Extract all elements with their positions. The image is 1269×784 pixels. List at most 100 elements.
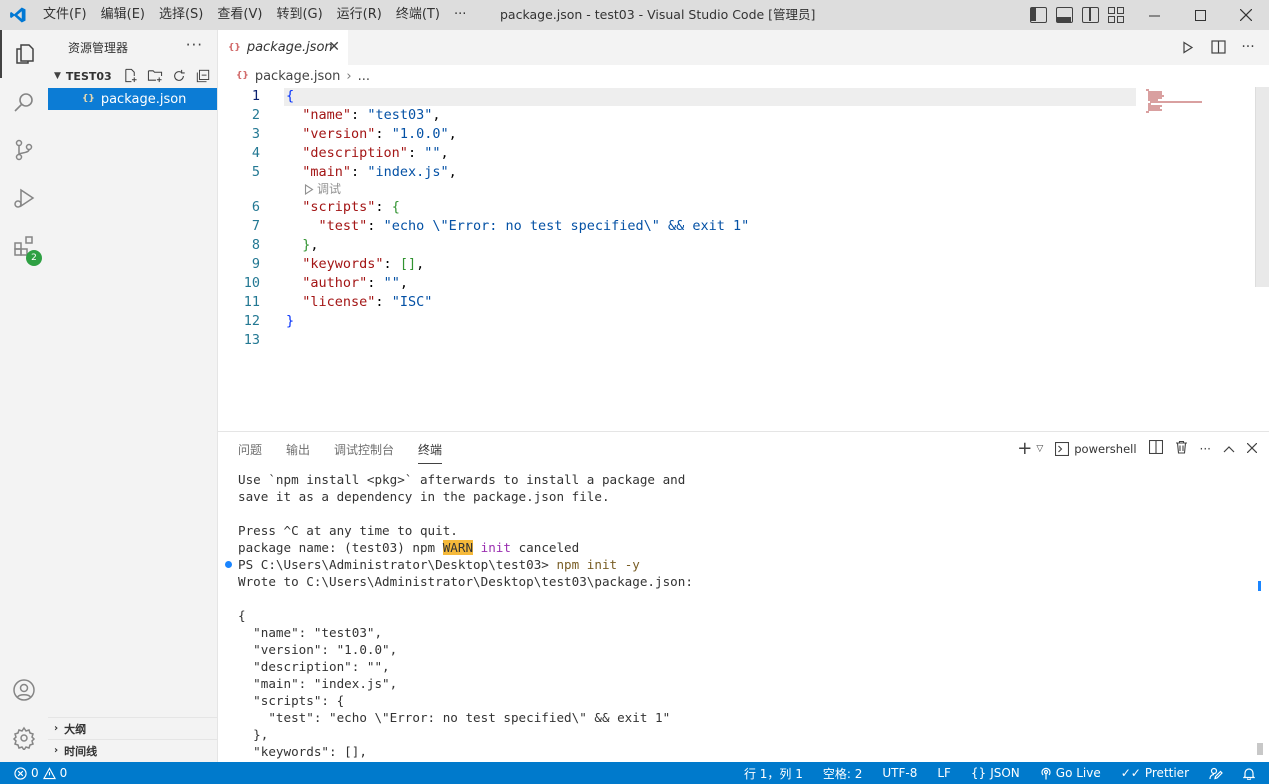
close-panel-icon[interactable]	[1246, 442, 1258, 456]
menu-more[interactable]: ···	[447, 0, 473, 30]
breadcrumb-more[interactable]: ...	[358, 69, 370, 84]
warning-icon	[42, 766, 56, 779]
folder-name: TEST03	[65, 69, 112, 83]
terminal-scrollbar[interactable]	[1257, 743, 1263, 755]
new-terminal-icon[interactable]: +	[1017, 439, 1032, 457]
menu-go[interactable]: 转到(G)	[269, 0, 329, 30]
tab-problems[interactable]: 问题	[238, 440, 262, 464]
split-editor-icon[interactable]	[1209, 38, 1227, 56]
bottom-panel: 问题 输出 调试控制台 终端 + ▽ powershell ··· Use `n…	[218, 431, 1269, 762]
terminal-line: "description": "",	[238, 659, 390, 674]
toggle-secondary-sidebar-icon[interactable]	[1082, 7, 1099, 23]
json-file-icon: {}	[236, 71, 249, 81]
terminal-line: "test": "echo \"Error: no test specified…	[238, 710, 671, 725]
go-live-button[interactable]: Go Live	[1040, 766, 1101, 780]
chevron-down-icon[interactable]: ▽	[1036, 444, 1043, 454]
layout-controls	[1030, 7, 1125, 23]
search-icon[interactable]	[0, 78, 48, 126]
terminal-name: powershell	[1074, 441, 1137, 456]
collapse-all-icon[interactable]	[194, 67, 211, 84]
trash-icon[interactable]	[1175, 440, 1188, 457]
maximize-panel-icon[interactable]	[1223, 442, 1235, 456]
more-actions-icon[interactable]: ···	[1200, 442, 1211, 456]
extensions-icon[interactable]: 2	[0, 222, 48, 270]
minimize-icon[interactable]	[1131, 0, 1177, 30]
end-of-line[interactable]: LF	[937, 766, 951, 780]
terminal-line: save it as a dependency in the package.j…	[238, 489, 610, 504]
warn-badge: WARN	[442, 540, 474, 555]
cursor-position[interactable]: 行 1，列 1	[744, 765, 803, 782]
maximize-icon[interactable]	[1177, 0, 1223, 30]
customize-layout-icon[interactable]	[1108, 7, 1125, 23]
new-folder-icon[interactable]	[146, 67, 163, 84]
account-icon[interactable]	[0, 666, 48, 714]
terminal-line: "keywords": [],	[238, 744, 367, 759]
json-file-icon: {}	[228, 42, 241, 53]
tab-terminal[interactable]: 终端	[418, 440, 443, 464]
menu-edit[interactable]: 编辑(E)	[94, 0, 152, 30]
breadcrumb: {} package.json › ...	[218, 65, 1269, 87]
terminal-output[interactable]: Use `npm install <pkg>` afterwards to in…	[225, 471, 693, 760]
tab-output[interactable]: 输出	[286, 440, 310, 464]
refresh-icon[interactable]	[170, 67, 187, 84]
terminal-scroll-marker	[1258, 581, 1261, 591]
broadcast-icon	[1041, 767, 1051, 779]
settings-gear-icon[interactable]	[0, 714, 48, 762]
error-count: 0	[31, 766, 39, 780]
new-file-icon[interactable]	[122, 67, 139, 84]
menu-selection[interactable]: 选择(S)	[152, 0, 210, 30]
terminal-line: "main": "index.js",	[238, 676, 398, 691]
menu-terminal[interactable]: 终端(T)	[389, 0, 447, 30]
feedback-icon[interactable]	[1209, 767, 1223, 780]
double-check-icon: ✓✓	[1120, 766, 1141, 780]
close-window-icon[interactable]	[1223, 0, 1269, 30]
close-tab-icon[interactable]: ✕	[328, 39, 340, 55]
outline-section[interactable]: › 大纲	[48, 717, 217, 739]
terminal-selector[interactable]: powershell	[1055, 441, 1137, 456]
folder-header[interactable]: ▼ TEST03	[48, 65, 217, 87]
terminal-line: "version": "1.0.0",	[238, 642, 398, 657]
prettier-status[interactable]: ✓✓ Prettier	[1121, 766, 1189, 780]
menu-file[interactable]: 文件(F)	[35, 0, 94, 30]
encoding[interactable]: UTF-8	[882, 766, 917, 780]
tab-label: package.json	[246, 40, 333, 55]
editor-scrollbar[interactable]	[1255, 87, 1269, 287]
menu-view[interactable]: 查看(V)	[210, 0, 269, 30]
chevron-right-icon: ›	[346, 68, 352, 84]
tab-debug-console[interactable]: 调试控制台	[334, 440, 394, 464]
more-actions-icon[interactable]: ···	[1239, 38, 1257, 56]
explorer-more-actions[interactable]: ···	[186, 36, 203, 54]
toggle-panel-icon[interactable]	[1056, 7, 1073, 23]
run-icon[interactable]	[1179, 38, 1197, 56]
file-item-package-json[interactable]: {} package.json	[48, 88, 217, 110]
menu-run[interactable]: 运行(R)	[330, 0, 389, 30]
explorer-icon[interactable]	[0, 30, 48, 78]
terminal-line: package name: (test03) npm WARN init can…	[238, 540, 580, 555]
extensions-badge: 2	[26, 250, 42, 266]
code-editor[interactable]: 1{ 2 "name": "test03", 3 "version": "1.0…	[218, 87, 1269, 431]
window-controls	[1131, 0, 1269, 30]
problems-status[interactable]: 0 0	[14, 762, 67, 784]
tab-package-json[interactable]: {} package.json ✕	[218, 30, 348, 65]
debug-codelens[interactable]: 调试	[304, 181, 341, 197]
split-terminal-icon[interactable]	[1148, 439, 1163, 457]
language-mode[interactable]: {} JSON	[971, 766, 1020, 780]
command-decoration-icon[interactable]	[225, 561, 232, 568]
vscode-logo-icon	[0, 0, 35, 30]
explorer-header: 资源管理器 ···	[48, 30, 217, 65]
terminal-line: "name": "test03",	[238, 625, 383, 640]
run-debug-icon[interactable]	[0, 174, 48, 222]
minimap[interactable]	[1146, 87, 1216, 117]
toggle-primary-sidebar-icon[interactable]	[1030, 7, 1047, 23]
indentation[interactable]: 空格: 2	[823, 765, 863, 782]
title-bar: 文件(F) 编辑(E) 选择(S) 查看(V) 转到(G) 运行(R) 终端(T…	[0, 0, 1269, 30]
notifications-bell-icon[interactable]	[1243, 767, 1255, 780]
timeline-section[interactable]: › 时间线	[48, 739, 217, 761]
terminal-line: "scripts": {	[238, 693, 345, 708]
breadcrumb-file[interactable]: package.json	[255, 69, 341, 84]
window-title: package.json - test03 - Visual Studio Co…	[500, 7, 816, 22]
panel-actions: + ▽ powershell ···	[1017, 439, 1258, 457]
source-control-icon[interactable]	[0, 126, 48, 174]
